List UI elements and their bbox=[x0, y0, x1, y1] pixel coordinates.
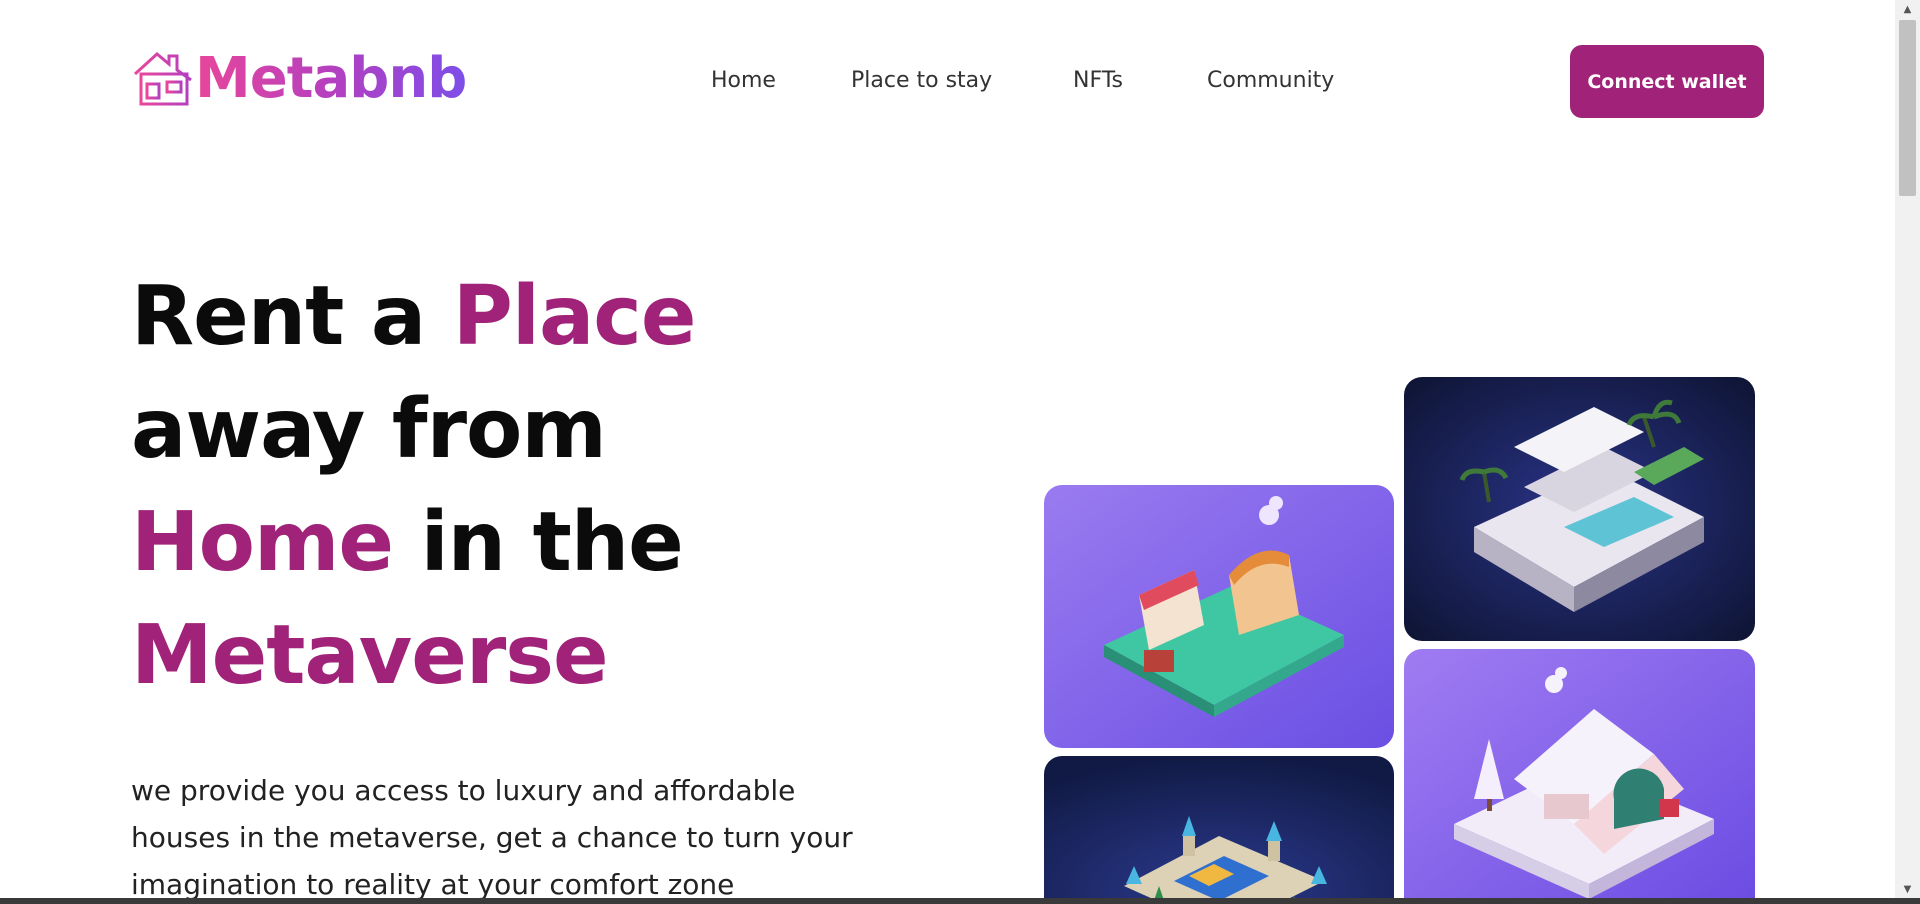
hero-title-accent: Metaverse bbox=[131, 608, 609, 703]
modern-villa-image bbox=[1404, 377, 1755, 641]
hero-title-part: Rent a bbox=[131, 269, 453, 364]
vertical-scrollbar[interactable]: ▲ ▼ bbox=[1895, 0, 1920, 904]
winter-cottage-image bbox=[1404, 649, 1755, 904]
hero-title-accent: Home bbox=[131, 495, 394, 590]
brand-name: Metabnb bbox=[195, 46, 467, 111]
hero-title: Rent a Place away from Home in the Metavers… bbox=[131, 260, 851, 712]
castle-image bbox=[1044, 756, 1394, 904]
nav-place-to-stay[interactable]: Place to stay bbox=[851, 68, 992, 93]
market-stall-image bbox=[1044, 485, 1394, 748]
nav-nfts[interactable]: NFTs bbox=[1073, 68, 1123, 93]
hero-title-accent: Place bbox=[452, 269, 697, 364]
scrollbar-thumb[interactable] bbox=[1899, 20, 1916, 196]
nav-community[interactable]: Community bbox=[1207, 68, 1334, 93]
hero-title-part: away from bbox=[131, 382, 607, 477]
window-bottom-edge bbox=[0, 898, 1920, 904]
site-header: Metabnb Home Place to stay NFTs Communit… bbox=[0, 0, 1895, 165]
house-icon bbox=[133, 52, 193, 106]
hero-title-part: in the bbox=[393, 495, 684, 590]
connect-wallet-button[interactable]: Connect wallet bbox=[1570, 45, 1764, 118]
scroll-up-arrow-icon[interactable]: ▲ bbox=[1895, 0, 1920, 18]
hero-description: we provide you access to luxury and affo… bbox=[131, 774, 853, 901]
scroll-down-arrow-icon[interactable]: ▼ bbox=[1895, 880, 1920, 898]
brand-logo[interactable]: Metabnb bbox=[131, 46, 467, 111]
nav-home[interactable]: Home bbox=[711, 68, 776, 93]
